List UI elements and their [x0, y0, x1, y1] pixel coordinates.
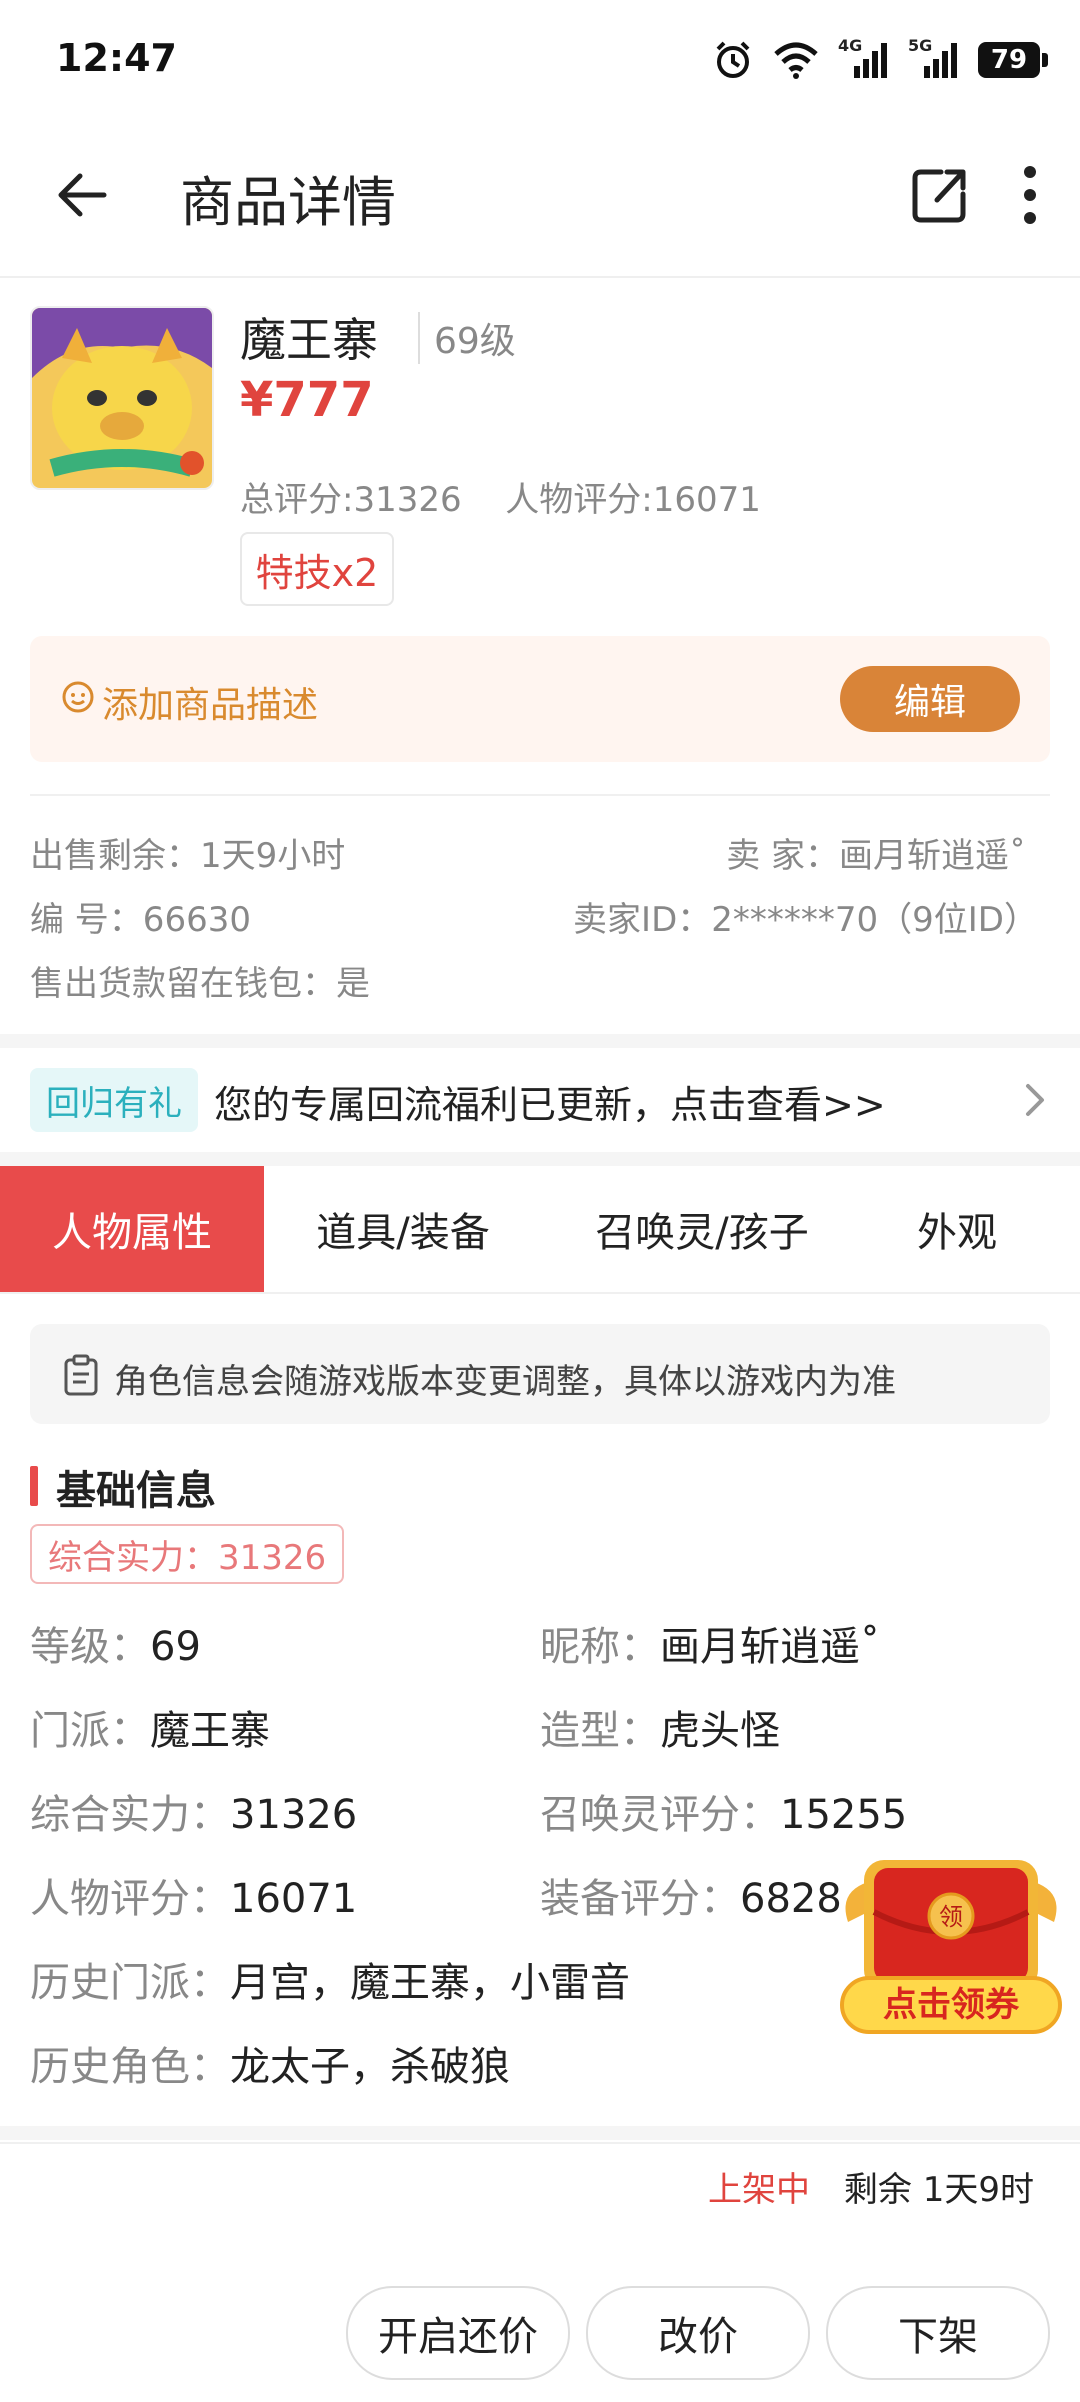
status-bar: 12:47 4G 5G 79 — [0, 0, 1080, 120]
notice-text: 角色信息会随游戏版本变更调整，具体以游戏内为准 — [114, 1362, 896, 1402]
status-icons: 4G 5G 79 — [712, 34, 1048, 86]
character-score: 人物评分:16071 — [505, 480, 761, 520]
notice-box: 角色信息会随游戏版本变更调整，具体以游戏内为准 — [30, 1324, 1050, 1424]
enable-bargain-button[interactable]: 开启还价 — [346, 2286, 570, 2380]
alarm-icon — [716, 41, 750, 78]
app-bar: 商品详情 — [0, 120, 1080, 278]
price: ¥777 — [240, 372, 374, 428]
section-gap — [0, 1152, 1080, 1166]
signal-4g-icon: 4G — [838, 36, 890, 80]
field-character-score: 人物评分：16071 — [30, 1876, 358, 1922]
field-school: 门派：魔王寨 — [30, 1708, 270, 1754]
total-score: 总评分:31326 — [240, 480, 462, 520]
character-level: 69级 — [418, 312, 516, 364]
add-description-link[interactable]: 添加商品描述 — [102, 676, 318, 728]
field-history-roles: 历史角色：龙太子，杀破狼 — [30, 2044, 510, 2090]
section-marker — [30, 1466, 38, 1506]
divider — [30, 794, 1050, 796]
status-time: 12:47 — [56, 36, 177, 80]
battery-icon: 79 — [978, 42, 1048, 78]
delist-button[interactable]: 下架 — [826, 2286, 1050, 2380]
tab-summons-children[interactable]: 召唤灵/孩子 — [542, 1166, 862, 1292]
edit-button[interactable]: 编辑 — [840, 666, 1020, 732]
clipboard-icon — [64, 1354, 98, 1396]
listing-status: 上架中 — [708, 2170, 810, 2210]
item-number: 编 号：66630 — [30, 900, 251, 940]
field-model: 造型：虎头怪 — [540, 1708, 780, 1754]
promo-tag: 回归有礼 — [30, 1068, 198, 1132]
chevron-right-icon — [1026, 1084, 1044, 1116]
tab-appearance[interactable]: 外观 — [862, 1166, 1052, 1292]
seller-name: 卖 家：画月斩逍遥˚ — [726, 836, 1026, 876]
field-overall-power: 综合实力：31326 — [30, 1792, 358, 1838]
coupon-float-button[interactable]: 领 点击领券 — [838, 1852, 1064, 2038]
character-avatar — [30, 306, 214, 490]
comment-smile-icon — [62, 681, 94, 713]
seller-id: 卖家ID：2******70（9位ID） — [573, 900, 1038, 940]
red-envelope-icon: 领 点击领券 — [840, 1860, 1062, 2034]
section-title: 基础信息 — [56, 1468, 216, 1514]
sale-remaining: 出售剩余：1天9小时 — [30, 836, 346, 876]
field-level: 等级：69 — [30, 1624, 201, 1670]
score-line: 总评分:31326 人物评分:16071 — [240, 472, 761, 521]
wifi-icon — [774, 42, 818, 79]
page-title: 商品详情 — [180, 171, 396, 234]
section-gap — [0, 1034, 1080, 1048]
field-summon-score: 召唤灵评分：15255 — [540, 1792, 908, 1838]
section-gap — [0, 2126, 1080, 2140]
change-price-button[interactable]: 改价 — [586, 2286, 810, 2380]
signal-5g-icon: 5G — [908, 36, 960, 80]
field-nickname: 昵称：画月斩逍遥˚ — [540, 1624, 880, 1670]
tab-items-equipment[interactable]: 道具/装备 — [264, 1166, 542, 1292]
coupon-badge-text: 领 — [939, 1903, 963, 1931]
back-arrow-icon[interactable] — [52, 160, 122, 230]
field-equipment-score: 装备评分：6828 — [540, 1876, 842, 1922]
promo-text: 您的专属回流福利已更新，点击查看>> — [214, 1083, 886, 1127]
wallet-setting: 售出货款留在钱包：是 — [30, 964, 370, 1004]
listing-remaining: 剩余 1天9时 — [843, 2170, 1034, 2210]
promo-banner[interactable]: 回归有礼 您的专属回流福利已更新，点击查看>> — [0, 1048, 1080, 1152]
field-history-schools: 历史门派：月宫，魔王寨，小雷音 — [30, 1960, 630, 2006]
coupon-label: 点击领券 — [883, 1985, 1020, 2025]
description-box: 添加商品描述 编辑 — [30, 636, 1050, 762]
tab-character-attributes[interactable]: 人物属性 — [0, 1166, 264, 1292]
share-icon[interactable] — [905, 160, 975, 230]
tab-bar: 人物属性 道具/装备 召唤灵/孩子 外观 — [0, 1166, 1080, 1294]
character-name: 魔王寨 — [240, 313, 378, 367]
power-badge: 综合实力：31326 — [30, 1524, 345, 1584]
skill-tag: 特技x2 — [240, 532, 394, 606]
bottom-action-bar: 上架中 剩余 1天9时 开启还价 改价 下架 — [0, 2142, 1080, 2402]
more-icon[interactable] — [1000, 160, 1060, 230]
